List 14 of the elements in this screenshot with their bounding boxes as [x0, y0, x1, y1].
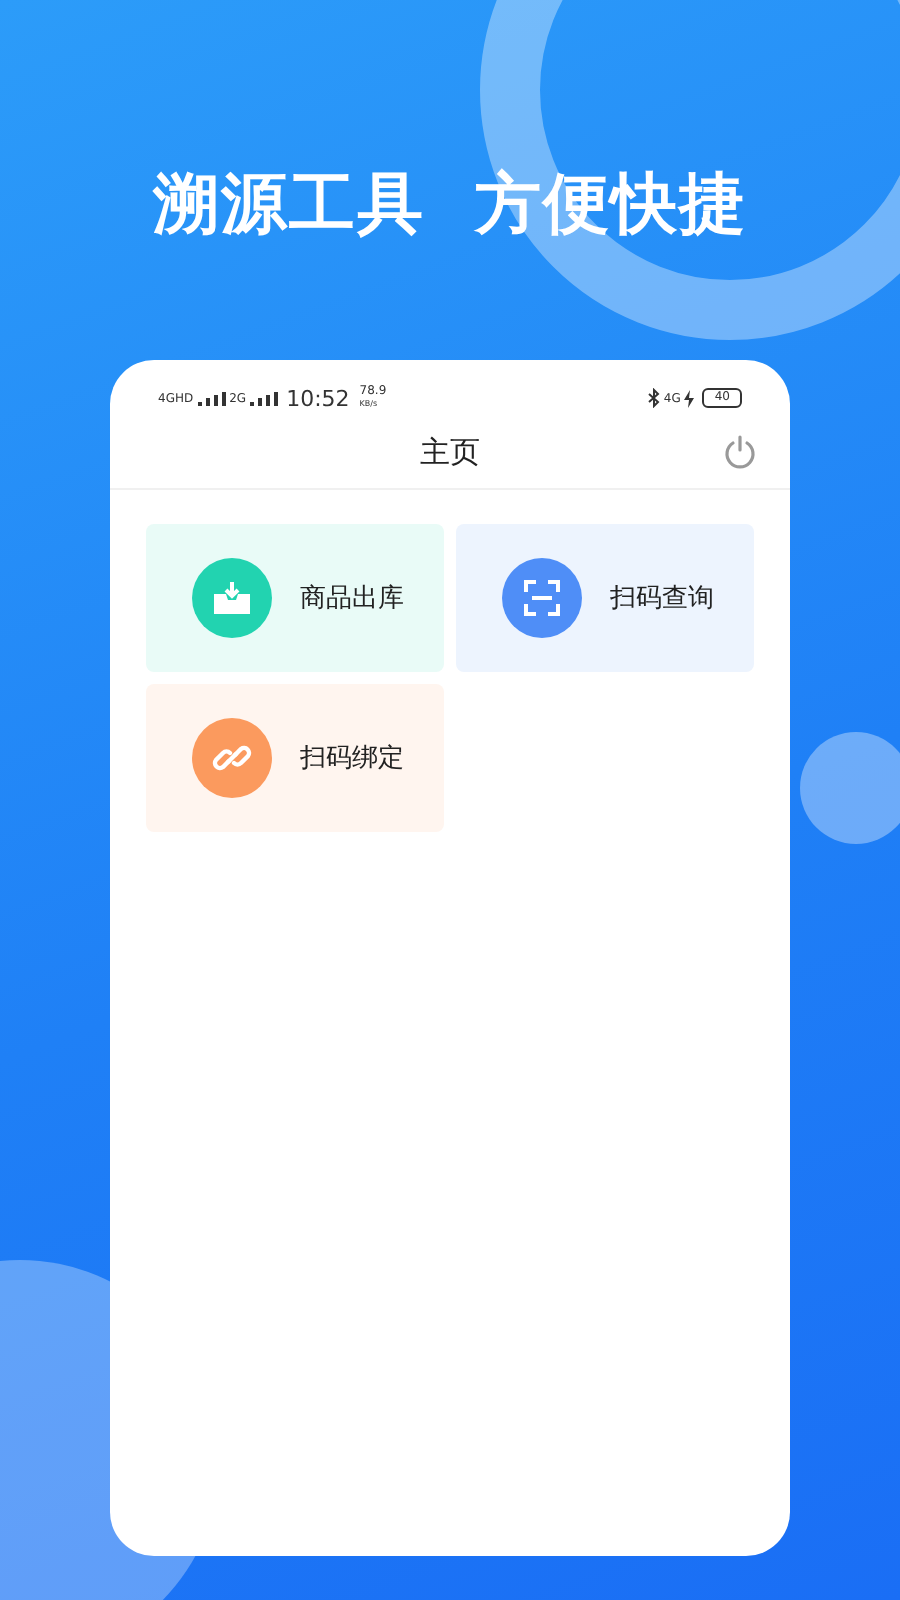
- scan-icon: [524, 580, 560, 616]
- signal-icon: [197, 391, 226, 405]
- circle-decoration: [800, 732, 900, 844]
- clock: 10:52: [286, 385, 350, 411]
- inbox-icon: [212, 580, 252, 616]
- menu-tile[interactable]: 扫码查询: [456, 524, 754, 672]
- headline: 溯源工具 方便快捷: [153, 162, 747, 246]
- power-icon[interactable]: [722, 434, 758, 470]
- bluetooth-icon: [647, 388, 660, 408]
- menu-tile[interactable]: 扫码绑定: [146, 684, 444, 832]
- page-title: 主页: [420, 433, 480, 471]
- menu-tile[interactable]: 商品出库: [146, 524, 444, 672]
- charging-icon: [684, 389, 695, 407]
- signal-icon: [250, 391, 279, 405]
